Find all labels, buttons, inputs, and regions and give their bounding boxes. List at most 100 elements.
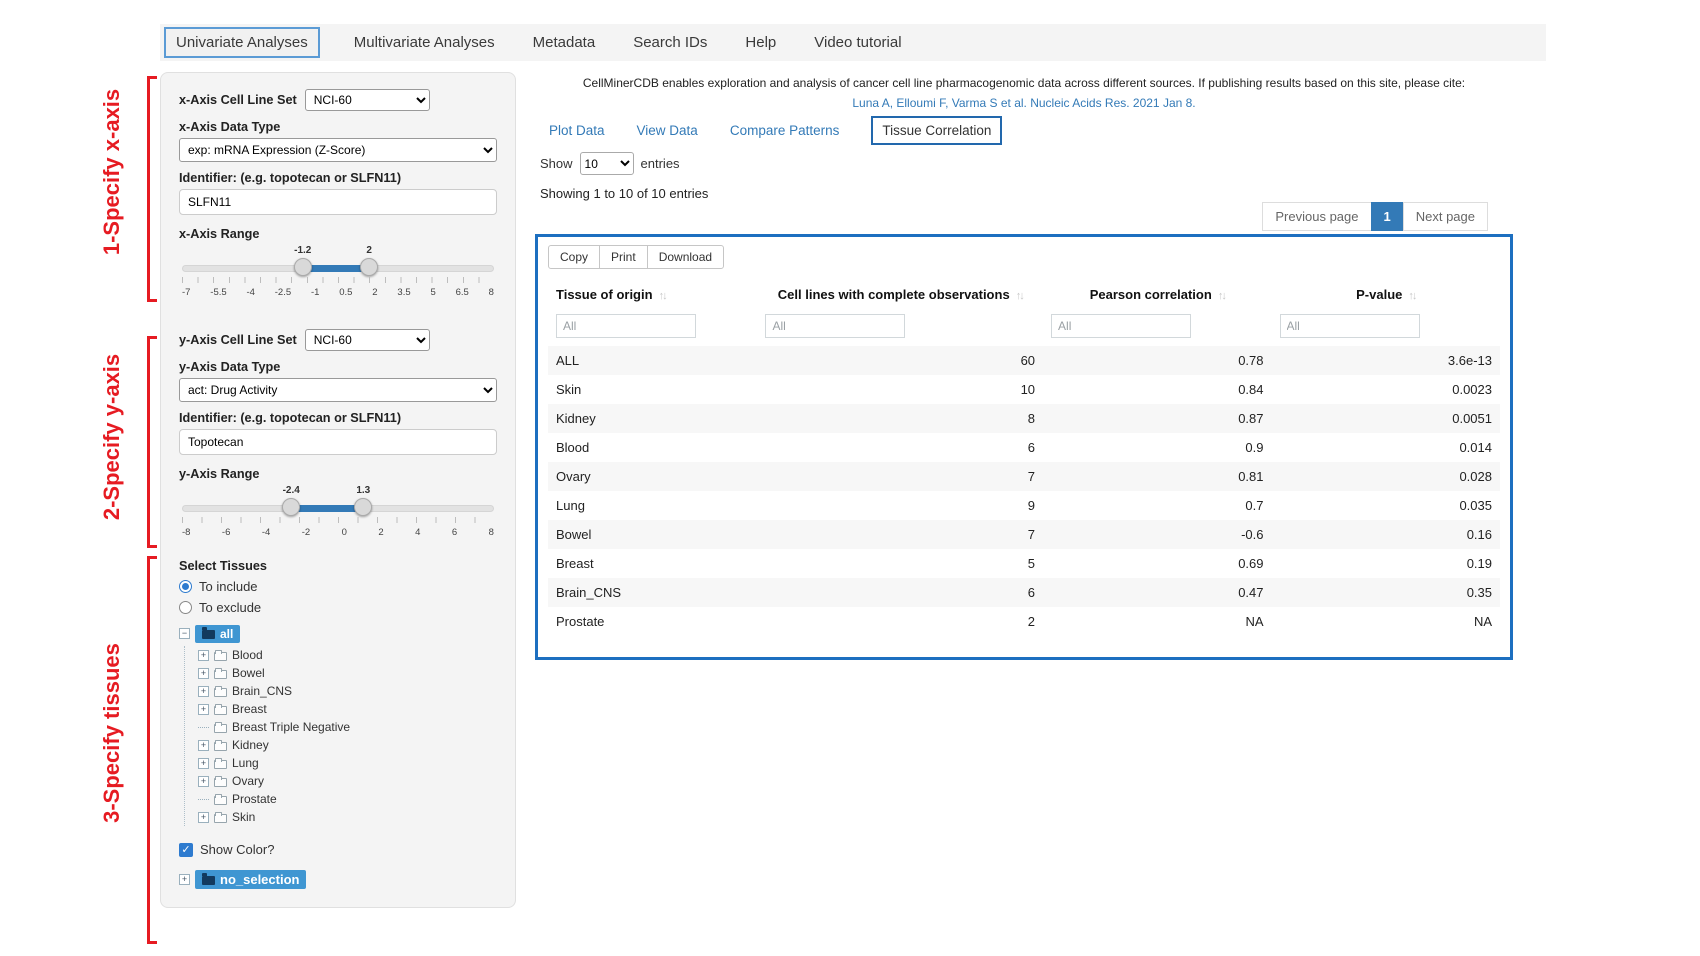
tab-univariate-analyses[interactable]: Univariate Analyses <box>164 27 320 58</box>
tree-item-ovary[interactable]: + Ovary <box>198 772 497 790</box>
filter-pearson-input[interactable] <box>1051 314 1191 338</box>
cell-count: 8 <box>757 404 1043 433</box>
expand-icon[interactable]: + <box>198 740 209 751</box>
expand-icon[interactable]: + <box>179 874 190 885</box>
x-identifier-input[interactable] <box>179 189 497 215</box>
table-row[interactable]: Blood 6 0.9 0.014 <box>548 433 1500 462</box>
sort-icon[interactable]: ↑↓ <box>653 290 666 302</box>
table-row[interactable]: Lung 9 0.7 0.035 <box>548 491 1500 520</box>
tree-item-bowel[interactable]: + Bowel <box>198 664 497 682</box>
tree-item-breast[interactable]: + Breast <box>198 700 497 718</box>
table-row[interactable]: Prostate 2 NA NA <box>548 607 1500 636</box>
tab-metadata[interactable]: Metadata <box>529 28 600 57</box>
folder-icon <box>202 876 215 885</box>
y-data-type-select[interactable]: act: Drug Activity <box>179 378 497 402</box>
expand-icon[interactable]: + <box>198 686 209 697</box>
header-p-value[interactable]: P-value↑↓ <box>1272 279 1501 310</box>
subtab-view-data[interactable]: View Data <box>637 123 698 138</box>
page-1-button[interactable]: 1 <box>1371 202 1404 231</box>
expand-icon[interactable]: + <box>198 704 209 715</box>
subtab-tissue-correlation[interactable]: Tissue Correlation <box>871 116 1002 145</box>
radio-to-exclude[interactable]: To exclude <box>179 600 497 615</box>
show-color-checkbox[interactable]: ✓ Show Color? <box>179 842 497 857</box>
tree-root-no-selection[interactable]: + no_selection <box>179 869 497 890</box>
tab-multivariate-analyses[interactable]: Multivariate Analyses <box>350 28 499 57</box>
y-range-handle-low[interactable] <box>282 498 300 516</box>
filter-p-value-input[interactable] <box>1280 314 1420 338</box>
tree-item-kidney[interactable]: + Kidney <box>198 736 497 754</box>
cell-count: 10 <box>757 375 1043 404</box>
tick-label: 0 <box>342 527 347 538</box>
copy-button[interactable]: Copy <box>548 245 600 269</box>
download-button[interactable]: Download <box>647 245 724 269</box>
tree-root-all[interactable]: − all <box>179 623 497 644</box>
tab-help[interactable]: Help <box>741 28 780 57</box>
entries-select[interactable]: 10 <box>580 152 634 175</box>
x-data-type-label: x-Axis Data Type <box>179 120 497 134</box>
collapse-icon[interactable]: − <box>179 628 190 639</box>
table-row[interactable]: ALL 60 0.78 3.6e-13 <box>548 346 1500 375</box>
tree-item-brain-cns[interactable]: + Brain_CNS <box>198 682 497 700</box>
expand-icon[interactable]: + <box>198 758 209 769</box>
table-row[interactable]: Skin 10 0.84 0.0023 <box>548 375 1500 404</box>
y-range-handle-high[interactable] <box>354 498 372 516</box>
cell-p-value: 0.19 <box>1272 549 1501 578</box>
header-tissue-of-origin[interactable]: Tissue of origin↑↓ <box>548 279 757 310</box>
filter-tissue-input[interactable] <box>556 314 696 338</box>
folder-icon <box>214 796 227 805</box>
cell-pearson: NA <box>1043 607 1271 636</box>
tree-item-breast-triple-negative[interactable]: Breast Triple Negative <box>198 718 497 736</box>
radio-icon[interactable] <box>179 601 192 614</box>
table-row[interactable]: Kidney 8 0.87 0.0051 <box>548 404 1500 433</box>
x-range-handle-low[interactable] <box>294 258 312 276</box>
expand-icon[interactable]: + <box>198 668 209 679</box>
citation-link[interactable]: Luna A, Elloumi F, Varma S et al. Nuclei… <box>535 96 1513 110</box>
tree-item-blood[interactable]: + Blood <box>198 646 497 664</box>
y-range-slider[interactable]: -2.4 1.3 -8 -6 -4 -2 0 2 4 6 8 <box>182 485 494 543</box>
tree-item-label: Brain_CNS <box>232 684 292 698</box>
tree-item-prostate[interactable]: Prostate <box>198 790 497 808</box>
cell-tissue: Prostate <box>548 607 757 636</box>
sort-icon[interactable]: ↑↓ <box>1402 290 1415 302</box>
radio-to-include[interactable]: To include <box>179 579 497 594</box>
tree-item-skin[interactable]: + Skin <box>198 808 497 826</box>
next-page-button[interactable]: Next page <box>1403 202 1488 231</box>
y-identifier-input[interactable] <box>179 429 497 455</box>
sort-icon[interactable]: ↑↓ <box>1010 290 1023 302</box>
checkbox-icon[interactable]: ✓ <box>179 843 193 857</box>
tree-node-no-selection[interactable]: no_selection <box>195 870 306 889</box>
subtab-plot-data[interactable]: Plot Data <box>549 123 605 138</box>
tick-label: 6.5 <box>456 287 469 298</box>
tree-node-all[interactable]: all <box>195 625 240 643</box>
folder-icon <box>214 724 227 733</box>
header-cell-lines[interactable]: Cell lines with complete observations↑↓ <box>757 279 1043 310</box>
subtab-compare-patterns[interactable]: Compare Patterns <box>730 123 840 138</box>
cell-count: 6 <box>757 578 1043 607</box>
checkbox-label: Show Color? <box>200 842 274 857</box>
header-pearson-correlation[interactable]: Pearson correlation↑↓ <box>1043 279 1271 310</box>
print-button[interactable]: Print <box>599 245 648 269</box>
expand-icon[interactable]: + <box>198 650 209 661</box>
x-data-type-select[interactable]: exp: mRNA Expression (Z-Score) <box>179 138 497 162</box>
tree-item-label: Blood <box>232 648 263 662</box>
table-row[interactable]: Breast 5 0.69 0.19 <box>548 549 1500 578</box>
x-range-slider[interactable]: -1.2 2 -7 -5.5 -4 -2.5 -1 0.5 2 3.5 5 6.… <box>182 245 494 303</box>
tab-search-ids[interactable]: Search IDs <box>629 28 711 57</box>
filter-cell-lines-input[interactable] <box>765 314 905 338</box>
tab-video-tutorial[interactable]: Video tutorial <box>810 28 905 57</box>
expand-icon[interactable]: + <box>198 812 209 823</box>
expand-icon[interactable]: + <box>198 776 209 787</box>
cell-pearson: 0.78 <box>1043 346 1271 375</box>
table-row[interactable]: Bowel 7 -0.6 0.16 <box>548 520 1500 549</box>
entries-label: entries <box>641 156 680 171</box>
y-cell-line-set-select[interactable]: NCI-60 <box>305 329 430 351</box>
tick-label: -4 <box>246 287 254 298</box>
sort-icon[interactable]: ↑↓ <box>1212 290 1225 302</box>
radio-icon[interactable] <box>179 580 192 593</box>
table-row[interactable]: Ovary 7 0.81 0.028 <box>548 462 1500 491</box>
x-cell-line-set-select[interactable]: NCI-60 <box>305 89 430 111</box>
previous-page-button[interactable]: Previous page <box>1262 202 1371 231</box>
table-row[interactable]: Brain_CNS 6 0.47 0.35 <box>548 578 1500 607</box>
tree-item-lung[interactable]: + Lung <box>198 754 497 772</box>
x-range-handle-high[interactable] <box>360 258 378 276</box>
